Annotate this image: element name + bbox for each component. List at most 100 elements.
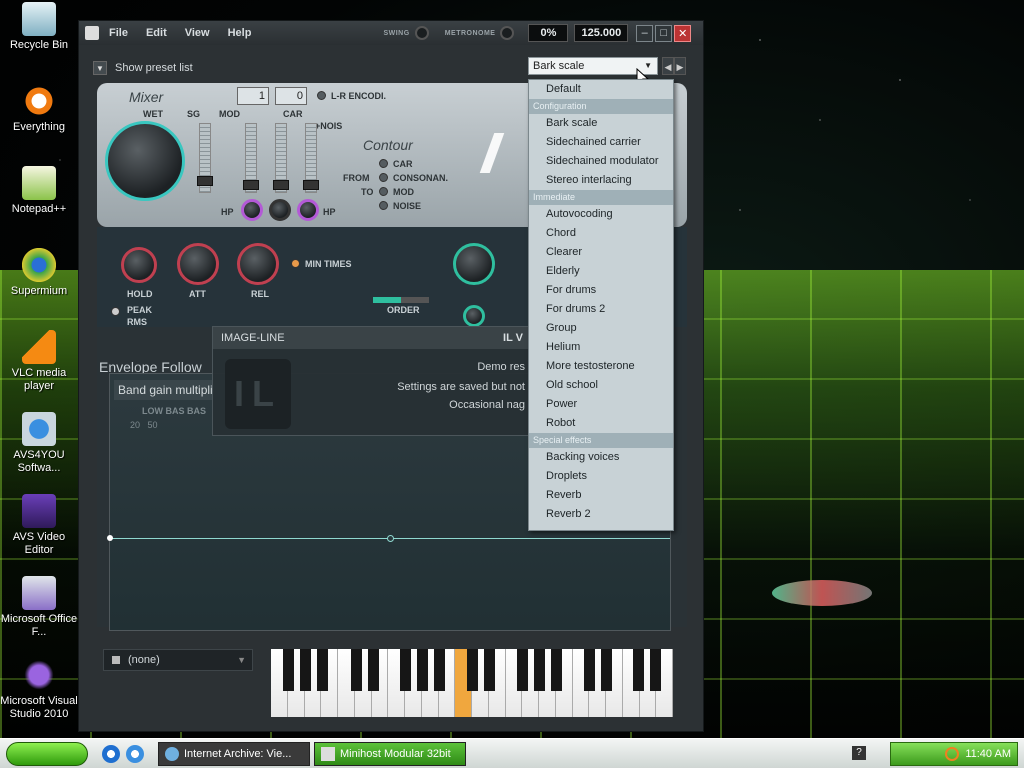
close-button[interactable]: ✕ — [674, 24, 692, 42]
band-count-field[interactable]: 1 — [237, 87, 269, 105]
piano-black-key[interactable] — [400, 649, 411, 691]
menu-view[interactable]: View — [185, 27, 210, 39]
menu-file[interactable]: File — [109, 27, 128, 39]
channel-select[interactable]: (none) ▼ — [103, 649, 253, 671]
preset-option[interactable]: Elderly — [529, 262, 673, 281]
minimize-button[interactable]: – — [636, 24, 654, 42]
keyboard-footer: (none) ▼ — [103, 649, 679, 717]
contour-mod-radio[interactable] — [379, 187, 388, 196]
stereo-knob[interactable] — [453, 243, 495, 285]
piano-black-key[interactable] — [317, 649, 328, 691]
start-button[interactable] — [6, 741, 88, 766]
menu-edit[interactable]: Edit — [146, 27, 167, 39]
lr-encoding-radio[interactable] — [317, 91, 326, 100]
preset-option[interactable]: Robot — [529, 414, 673, 433]
desktop-icon-recycle-bin[interactable]: Recycle Bin — [0, 2, 78, 52]
preset-option[interactable]: Clearer — [529, 243, 673, 262]
min-times-radio[interactable] — [291, 259, 300, 268]
menu-help[interactable]: Help — [228, 27, 252, 39]
piano-black-key[interactable] — [368, 649, 379, 691]
contour-car-radio[interactable] — [379, 159, 388, 168]
piano-black-key[interactable] — [351, 649, 362, 691]
car-slider[interactable] — [273, 123, 289, 193]
preset-option[interactable]: Sidechained modulator — [529, 152, 673, 171]
preset-option[interactable]: Autovocoding — [529, 205, 673, 224]
hold-knob[interactable] — [121, 247, 157, 283]
wet-knob[interactable] — [105, 121, 185, 201]
preset-option[interactable]: Reverb — [529, 486, 673, 505]
piano-keyboard[interactable] — [271, 649, 673, 717]
piano-black-key[interactable] — [534, 649, 545, 691]
preset-option[interactable]: Chord — [529, 224, 673, 243]
contour-noise-radio[interactable] — [379, 201, 388, 210]
mod-slider[interactable] — [243, 123, 259, 193]
swing-knob[interactable] — [414, 26, 429, 40]
order-knob[interactable] — [463, 305, 485, 327]
next-preset-button[interactable]: ▶ — [674, 57, 686, 75]
piano-black-key[interactable] — [633, 649, 644, 691]
taskbar-item-minihost[interactable]: Minihost Modular 32bit — [314, 741, 466, 766]
contour-mod-label: MOD — [393, 187, 414, 197]
preset-option[interactable]: Reverb 2 — [529, 505, 673, 524]
piano-black-key[interactable] — [601, 649, 612, 691]
band-offset-field[interactable]: 0 — [275, 87, 307, 105]
preset-option[interactable]: Group — [529, 319, 673, 338]
desktop-icon-supermium[interactable]: Supermium — [0, 248, 78, 298]
preset-option-default[interactable]: Default — [529, 80, 673, 99]
noise-slider[interactable] — [303, 123, 319, 193]
piano-black-key[interactable] — [434, 649, 445, 691]
desktop-icon-avs4you[interactable]: AVS4YOU Softwa... — [0, 412, 78, 475]
maximize-button[interactable]: □ — [655, 24, 673, 42]
browser-quicklaunch-icon[interactable] — [126, 744, 144, 763]
desktop-icon-notepadpp[interactable]: Notepad++ — [0, 166, 78, 216]
preset-option[interactable]: Power — [529, 395, 673, 414]
contour-consonant-radio[interactable] — [379, 173, 388, 182]
prev-preset-button[interactable]: ◀ — [662, 57, 674, 75]
piano-black-key[interactable] — [283, 649, 294, 691]
desktop-icon-everything[interactable]: Everything — [0, 84, 78, 134]
order-meter[interactable] — [373, 297, 429, 303]
piano-black-key[interactable] — [650, 649, 661, 691]
show-preset-list-label[interactable]: Show preset list — [115, 62, 193, 74]
preset-option[interactable]: Backing voices — [529, 448, 673, 467]
desktop-icon-label: Everything — [13, 121, 65, 133]
taskbar-item-internet-archive[interactable]: Internet Archive: Vie... — [158, 741, 310, 766]
desktop-icon-visual-studio[interactable]: Microsoft Visual Studio 2010 — [0, 658, 78, 721]
preset-option[interactable]: Stereo interlacing — [529, 171, 673, 190]
preset-option[interactable]: Droplets — [529, 467, 673, 486]
metronome-knob[interactable] — [500, 26, 515, 40]
att-knob[interactable] — [177, 243, 219, 285]
preset-option[interactable]: More testosterone — [529, 357, 673, 376]
help-icon[interactable]: ? — [852, 746, 866, 760]
tempo-display[interactable]: 125.000 — [574, 24, 629, 42]
clock[interactable]: 11:40 AM — [965, 748, 1011, 760]
piano-black-key[interactable] — [417, 649, 428, 691]
sg-slider[interactable] — [197, 123, 213, 193]
preset-option[interactable]: Helium — [529, 338, 673, 357]
piano-black-key[interactable] — [300, 649, 311, 691]
piano-black-key[interactable] — [467, 649, 478, 691]
preset-toggle-button[interactable]: ▼ — [93, 61, 107, 75]
piano-black-key[interactable] — [584, 649, 595, 691]
preset-option[interactable]: For drums — [529, 281, 673, 300]
car-level-knob[interactable] — [269, 199, 291, 221]
desktop-icon-office[interactable]: Microsoft Office F... — [0, 576, 78, 639]
gain-point-left[interactable] — [107, 535, 113, 541]
rel-knob[interactable] — [237, 243, 279, 285]
piano-black-key[interactable] — [517, 649, 528, 691]
preset-option[interactable]: Old school — [529, 376, 673, 395]
piano-black-key[interactable] — [484, 649, 495, 691]
desktop-icon-vlc[interactable]: VLC media player — [0, 330, 78, 393]
hp-car-knob[interactable] — [297, 199, 319, 221]
hp-mod-knob[interactable] — [241, 199, 263, 221]
desktop-icon-avs-video-editor[interactable]: AVS Video Editor — [0, 494, 78, 557]
peak-radio[interactable] — [111, 307, 120, 316]
preset-option[interactable]: Sidechained carrier — [529, 133, 673, 152]
piano-black-key[interactable] — [551, 649, 562, 691]
preset-option[interactable]: For drums 2 — [529, 300, 673, 319]
preset-option[interactable]: Bark scale — [529, 114, 673, 133]
gain-point-mid[interactable] — [387, 535, 394, 542]
search-tray-icon[interactable] — [945, 747, 960, 761]
sg-label: SG — [187, 109, 201, 119]
ie-quicklaunch-icon[interactable] — [102, 744, 120, 763]
